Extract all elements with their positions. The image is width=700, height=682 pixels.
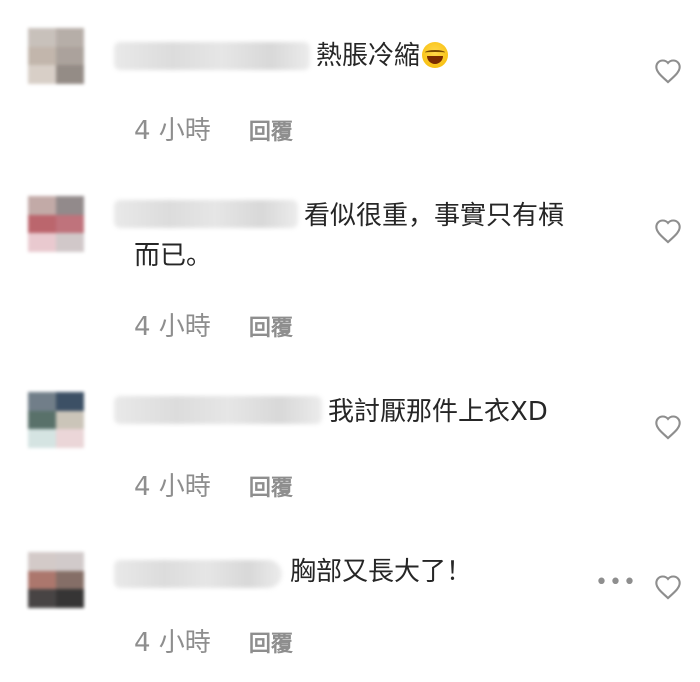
heart-outline-icon[interactable] [654, 58, 682, 84]
comment-meta: 4 小時 回覆 [134, 622, 293, 659]
avatar-pixel [56, 46, 84, 66]
avatar-pixel [56, 570, 84, 590]
heart-outline-icon[interactable] [654, 574, 682, 600]
avatar-pixel [56, 589, 84, 608]
avatar-pixel [56, 233, 84, 252]
comment-text-continued: 而已。 [134, 241, 213, 271]
avatar-pixel [28, 552, 56, 571]
avatar-pixel [28, 410, 56, 430]
avatar-pixel [56, 392, 84, 411]
comment-timestamp: 4 小時 [134, 472, 211, 502]
heart-outline-icon[interactable] [654, 218, 682, 244]
more-options-icon[interactable]: ••• [595, 570, 637, 595]
avatar-pixel [56, 65, 84, 84]
avatar-pixel [28, 589, 56, 608]
comment-timestamp: 4 小時 [134, 628, 211, 658]
avatar-pixel [28, 46, 56, 66]
username-blurred[interactable] [114, 200, 298, 228]
comment-meta: 4 小時 回覆 [134, 110, 293, 147]
avatar-pixel [28, 214, 56, 234]
reply-button[interactable]: 回覆 [249, 114, 293, 146]
comment-meta: 4 小時 回覆 [134, 466, 293, 503]
avatar[interactable] [28, 196, 84, 252]
avatar[interactable] [28, 552, 84, 608]
username-blurred[interactable] [114, 396, 322, 424]
reply-button[interactable]: 回覆 [249, 626, 293, 658]
comment-text: 胸部又長大了！ [290, 557, 473, 587]
avatar-pixel [28, 65, 56, 84]
reply-button[interactable]: 回覆 [249, 470, 293, 502]
face-with-tears-of-joy-icon [422, 42, 449, 68]
avatar-pixel [56, 196, 84, 215]
avatar-pixel [28, 233, 56, 252]
avatar-pixel [28, 392, 56, 411]
avatar-pixel [28, 196, 56, 215]
avatar-pixel [28, 429, 56, 448]
avatar[interactable] [28, 28, 84, 84]
comment-timestamp: 4 小時 [134, 116, 211, 146]
avatar[interactable] [28, 392, 84, 448]
heart-outline-icon[interactable] [654, 414, 682, 440]
avatar-pixel [56, 410, 84, 430]
username-blurred[interactable] [114, 42, 310, 70]
comment-meta: 4 小時 回覆 [134, 306, 293, 343]
comment-text: 我討厭那件上衣XD [328, 397, 548, 427]
avatar-pixel [28, 28, 56, 47]
comment-timestamp: 4 小時 [134, 312, 211, 342]
avatar-pixel [56, 214, 84, 234]
comment-text: 看似很重，事實只有槓 [304, 201, 565, 231]
avatar-pixel [28, 570, 56, 590]
reply-button[interactable]: 回覆 [249, 310, 293, 342]
avatar-pixel [56, 552, 84, 571]
avatar-pixel [56, 28, 84, 47]
username-blurred[interactable] [114, 560, 282, 588]
avatar-pixel [56, 429, 84, 448]
comment-text-content: 熱脹冷縮 [316, 41, 421, 71]
comment-text: 熱脹冷縮 [316, 36, 449, 76]
